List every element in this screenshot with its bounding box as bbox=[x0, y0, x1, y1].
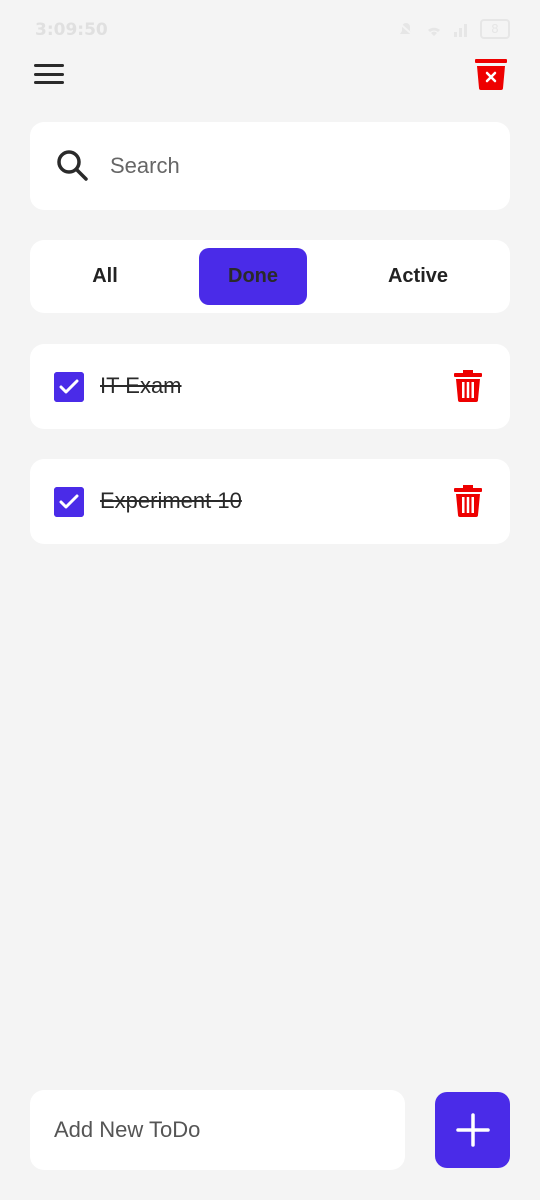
bell-off-icon bbox=[397, 21, 415, 37]
filter-tabs: All Done Active bbox=[30, 240, 510, 313]
todo-item: Experiment 10 bbox=[30, 459, 510, 544]
add-todo-input[interactable] bbox=[54, 1108, 384, 1152]
search-icon bbox=[57, 150, 88, 181]
delete-all-icon[interactable] bbox=[474, 58, 508, 90]
checkbox-checked[interactable] bbox=[54, 487, 84, 517]
todo-title: IT Exam bbox=[100, 373, 182, 398]
menu-icon[interactable] bbox=[34, 62, 64, 86]
status-icons: 8 bbox=[396, 19, 510, 39]
tab-active[interactable]: Active bbox=[370, 248, 466, 305]
status-bar: 3:09:50 8 bbox=[0, 0, 540, 60]
todo-item: IT Exam bbox=[30, 344, 510, 429]
todo-title: Experiment 10 bbox=[100, 488, 242, 513]
add-todo-button[interactable] bbox=[435, 1092, 510, 1168]
wifi-icon bbox=[428, 27, 440, 36]
search-bar bbox=[30, 122, 510, 210]
trash-icon[interactable] bbox=[454, 485, 482, 517]
signal-icon bbox=[454, 24, 467, 37]
checkbox-checked[interactable] bbox=[54, 372, 84, 402]
plus-icon bbox=[455, 1113, 490, 1147]
add-todo-box bbox=[30, 1090, 405, 1170]
search-input[interactable] bbox=[110, 144, 450, 188]
tab-all[interactable]: All bbox=[60, 248, 150, 305]
battery-icon: 8 bbox=[480, 19, 510, 39]
tab-done[interactable]: Done bbox=[199, 248, 307, 305]
trash-icon[interactable] bbox=[454, 370, 482, 402]
status-time: 3:09:50 bbox=[35, 20, 108, 40]
